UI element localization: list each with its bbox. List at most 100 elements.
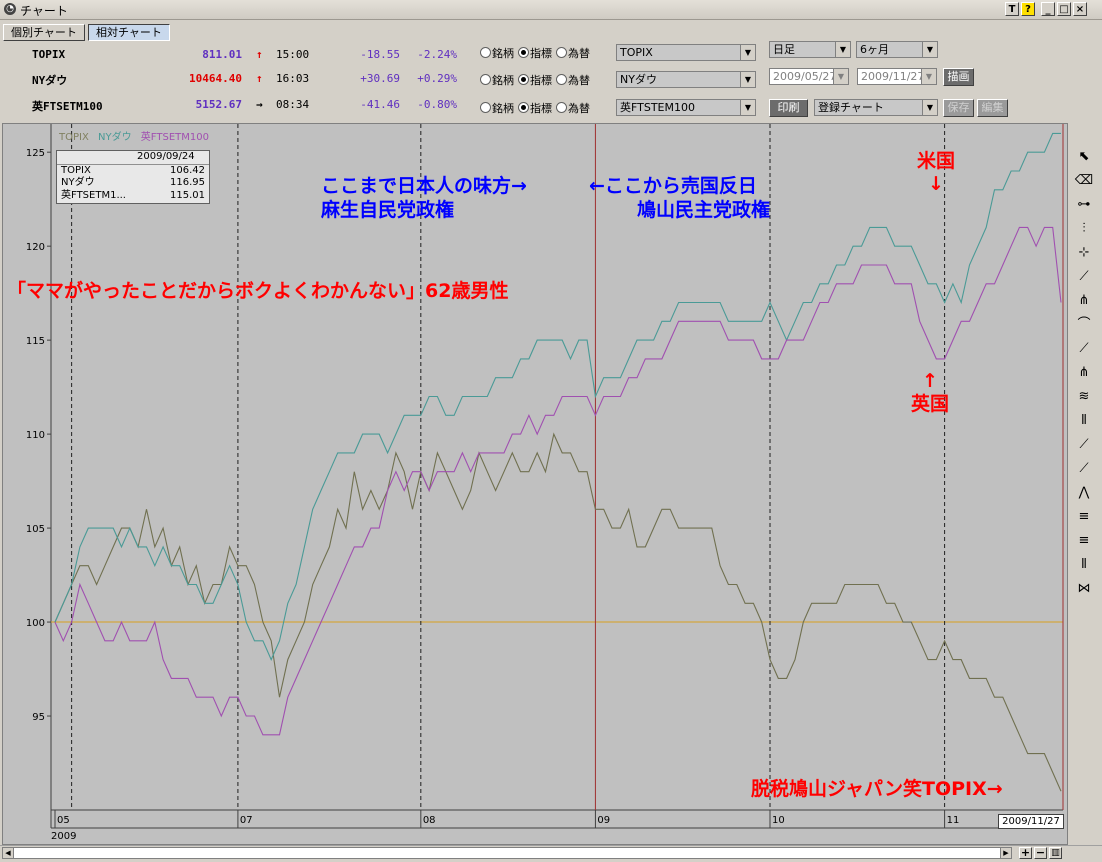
series-select-value: NYダウ [620, 73, 657, 86]
tab-individual-chart[interactable]: 個別チャート [3, 24, 85, 41]
radio-stock[interactable]: 銘柄 [480, 74, 514, 87]
radio-index[interactable]: 指標 [518, 102, 552, 115]
gann-fan-icon[interactable]: ⟋ [1074, 459, 1094, 479]
scroll-right-icon[interactable]: ▶ [1000, 847, 1012, 859]
quote-name: NYダウ [32, 74, 68, 87]
annotation-us-label: 米国 [917, 150, 956, 172]
span-select[interactable]: 6ヶ月 ▼ [856, 41, 938, 58]
hline-icon[interactable]: ⊶ [1074, 195, 1094, 215]
zigzag-icon[interactable]: ⋀ [1074, 483, 1094, 503]
annotation-us: 米国 ↓ [917, 150, 955, 196]
close-button[interactable]: × [1073, 2, 1087, 16]
print-button[interactable]: 印刷 [769, 99, 808, 117]
speed-lines-icon[interactable]: ⋔ [1074, 363, 1094, 383]
help-button[interactable]: ? [1021, 2, 1035, 16]
radio-fx[interactable]: 為替 [556, 102, 590, 115]
crosshair-info-box: 2009/09/24 TOPIX 106.42 NYダウ 116.95 英FTSETM1… [56, 150, 210, 204]
fan-icon[interactable]: ⋔ [1074, 291, 1094, 311]
text-mode-button[interactable]: T [1005, 2, 1019, 16]
three-lines-b-icon[interactable]: ≡ [1074, 531, 1094, 551]
quote-arrow: ↑ [256, 48, 263, 61]
info-row: NYダウ 116.95 [57, 177, 209, 190]
series-type-radios: 銘柄 指標 為替 [480, 72, 594, 88]
draw-button[interactable]: 描画 [943, 68, 974, 86]
three-lines-icon[interactable]: ≡ [1074, 507, 1094, 527]
zoom-in-button[interactable]: + [1019, 847, 1032, 859]
wave-icon[interactable]: ⋈ [1074, 579, 1094, 599]
series-select[interactable]: TOPIX ▼ [616, 44, 756, 61]
fit-view-button[interactable]: ▥ [1049, 847, 1062, 859]
parallel-icon[interactable]: ≋ [1074, 387, 1094, 407]
chevron-down-icon: ▼ [740, 100, 755, 115]
quote-arrow: ↑ [256, 72, 263, 85]
horizontal-scrollbar[interactable]: ◀ ▶ [2, 847, 1012, 859]
tab-relative-chart[interactable]: 相対チャート [88, 24, 170, 41]
radio-index[interactable]: 指標 [518, 74, 552, 87]
series-select-value: 英FTSTEM100 [620, 101, 695, 114]
series-select[interactable]: 英FTSTEM100 ▼ [616, 99, 756, 116]
chevron-down-icon: ▼ [833, 69, 848, 84]
x-tick-label: 05 [57, 815, 70, 826]
series-type-radios: 銘柄 指標 為替 [480, 100, 594, 116]
annotation-quote: 「ママがやったことだからボクよくわかんない」62歳男性 [7, 280, 509, 302]
radio-stock[interactable]: 銘柄 [480, 102, 514, 115]
relative-line-chart: 95 100 105 110 115 120 125 05 07 08 09 10 11 [26, 124, 1064, 829]
series-select[interactable]: NYダウ ▼ [616, 71, 756, 88]
zoom-out-button[interactable]: − [1034, 847, 1047, 859]
channel-icon[interactable]: ⟋ [1074, 435, 1094, 455]
window-title: チャート [20, 4, 68, 18]
radio-label: 銘柄 [492, 102, 514, 115]
app-icon: ◔ [4, 3, 16, 15]
fib-retracement-icon[interactable]: ⦀ [1074, 411, 1094, 431]
x-tick-label: 10 [772, 815, 785, 826]
quote-change: -18.55 [360, 48, 400, 61]
radio-index[interactable]: 指標 [518, 47, 552, 60]
x-tick-label: 11 [947, 815, 960, 826]
saved-chart-select[interactable]: 登録チャート ▼ [814, 99, 938, 116]
y-tick-label: 120 [26, 242, 45, 253]
y-tick-label: 95 [32, 712, 45, 723]
trendline-icon[interactable]: ⟋ [1074, 267, 1094, 287]
quote-time: 08:34 [276, 98, 310, 111]
fibonacci-fan-icon[interactable]: ⟋ [1074, 339, 1094, 359]
annotation-topix-bottom: 脱税鳩山ジャパン笑TOPIX→ [751, 778, 1003, 800]
radio-label: 為替 [568, 74, 590, 87]
info-series-name: TOPIX [61, 164, 91, 176]
chart-area[interactable]: 95 100 105 110 115 120 125 05 07 08 09 10 11 TOPIX N… [2, 123, 1068, 845]
radio-fx[interactable]: 為替 [556, 74, 590, 87]
quote-name: 英FTSETM100 [32, 100, 103, 113]
info-row: 英FTSETM1... 115.01 [57, 190, 209, 203]
radio-fx[interactable]: 為替 [556, 47, 590, 60]
date-from-field[interactable]: 2009/05/27 ▼ [769, 68, 849, 85]
radio-label: 為替 [568, 102, 590, 115]
cycle-icon[interactable]: ⫴ [1074, 555, 1094, 575]
eraser-icon[interactable]: ⌫ [1074, 171, 1094, 191]
info-series-value: 116.95 [170, 177, 205, 188]
radio-stock[interactable]: 銘柄 [480, 47, 514, 60]
annotation-uk-label: 英国 [911, 393, 950, 415]
cursor-icon[interactable]: ⬉ [1074, 147, 1094, 167]
y-tick-label: 110 [26, 430, 45, 441]
radio-label: 銘柄 [492, 74, 514, 87]
x-tick-label: 07 [240, 815, 253, 826]
legend-ftse: 英FTSETM100 [140, 132, 209, 143]
scroll-left-icon[interactable]: ◀ [2, 847, 14, 859]
info-series-name: 英FTSETM1... [61, 189, 126, 201]
save-button[interactable]: 保存 [943, 99, 974, 117]
window-titlebar: ◔ チャート T ? _ □ × [0, 0, 1102, 20]
chart-legend: TOPIX NYダウ 英FTSETM100 [59, 128, 209, 143]
radio-button-icon [480, 47, 491, 58]
vline-icon[interactable]: ⫶ [1074, 219, 1094, 239]
date-to-field[interactable]: 2009/11/27 ▼ [857, 68, 937, 85]
chevron-down-icon: ▼ [740, 45, 755, 60]
radio-label: 指標 [530, 47, 552, 60]
annotation-aso-line1: ここまで日本人の味方→ [321, 175, 527, 197]
quote-pct: +0.29% [417, 72, 457, 85]
minimize-button[interactable]: _ [1041, 2, 1055, 16]
period-select[interactable]: 日足 ▼ [769, 41, 851, 58]
cross-icon[interactable]: ⊹ [1074, 243, 1094, 263]
arc-icon[interactable]: ⌒ [1074, 315, 1094, 335]
maximize-button[interactable]: □ [1057, 2, 1071, 16]
series-ftse-line [54, 226, 1062, 736]
edit-button[interactable]: 編集 [977, 99, 1008, 117]
